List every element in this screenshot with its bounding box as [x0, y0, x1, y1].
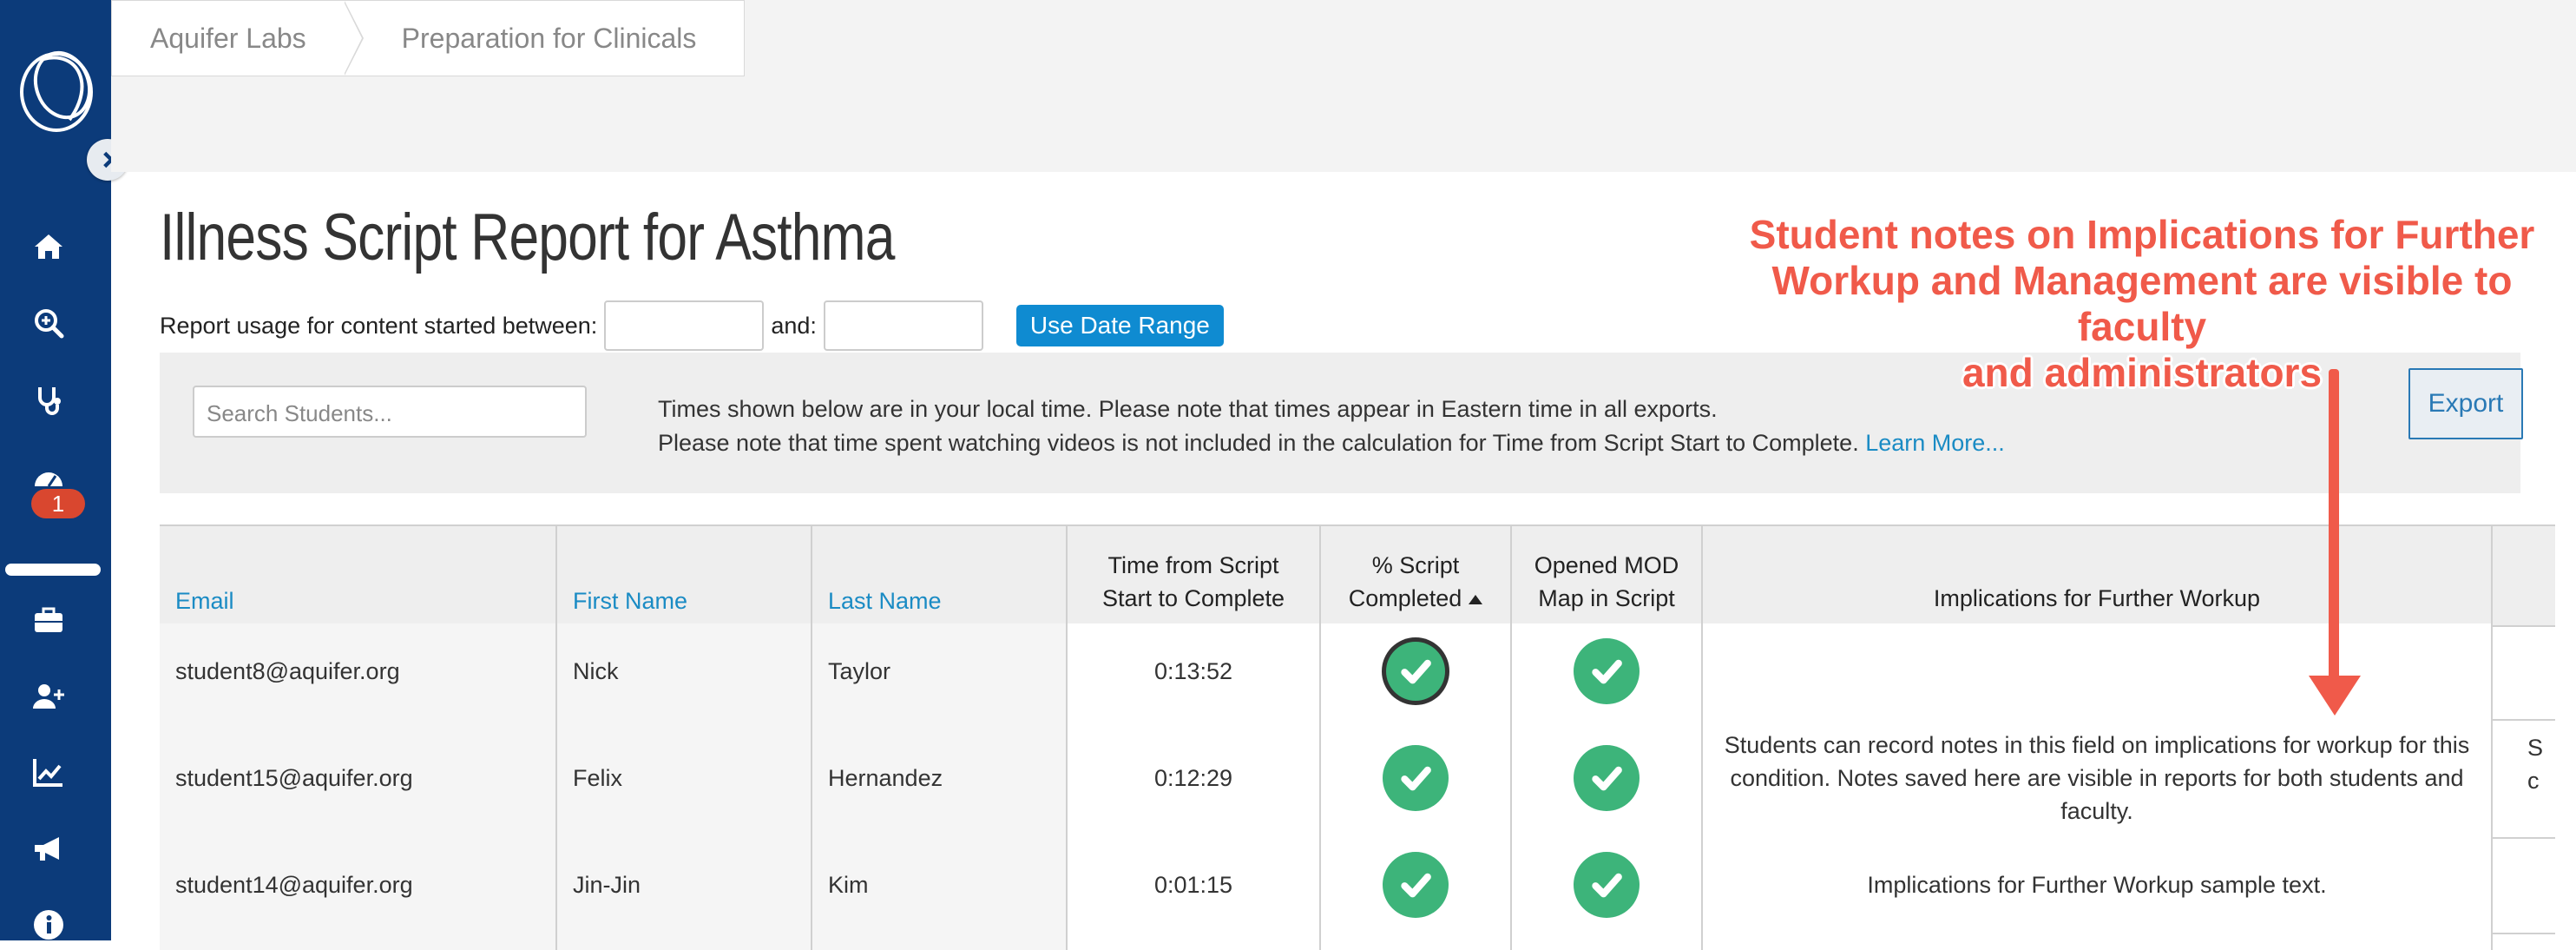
last-name-cell: Hernandez [812, 719, 1068, 837]
column-header-last-name[interactable]: Last Name [812, 526, 1068, 625]
first-name-cell: Nick [557, 623, 812, 719]
opened-mod-cell [1512, 623, 1703, 719]
table-row[interactable]: student14@aquifer.org Jin-Jin Kim 0:01:1… [160, 837, 2555, 934]
home-icon[interactable] [30, 228, 68, 266]
time-cell [1068, 933, 1321, 950]
column-header-email[interactable]: Email [160, 526, 557, 625]
column-header-first-name[interactable]: First Name [557, 526, 812, 625]
learn-more-link[interactable]: Learn More... [1865, 430, 2005, 456]
megaphone-icon[interactable] [30, 830, 68, 868]
date-start-label: Report usage for content started between… [160, 312, 598, 339]
completed-cell [1321, 719, 1512, 837]
implications-cell: Students can record notes in this field … [1703, 719, 2493, 837]
overflow-cell [2493, 623, 2555, 719]
video-time-note: Please note that time spent watching vid… [658, 430, 2005, 457]
last-name-cell: Kim [812, 837, 1068, 933]
annotation-line: Workup and Management are visible to fac… [1771, 258, 2513, 349]
opened-mod-cell [1512, 837, 1703, 933]
table-row[interactable]: student8@aquifer.org Nick Taylor 0:13:52 [160, 623, 2555, 721]
opened-mod-cell [1512, 933, 1703, 950]
date-and-label: and: [771, 312, 817, 339]
sidebar: 1 [0, 0, 111, 940]
first-name-cell: Felix [557, 719, 812, 837]
add-user-icon[interactable] [30, 677, 68, 716]
table-row-partial [160, 933, 2555, 950]
column-header-overflow [2493, 526, 2555, 625]
annotation-callout: Student notes on Implications for Furthe… [1717, 212, 2567, 396]
stethoscope-icon[interactable] [30, 380, 68, 419]
timezone-note: Times shown below are in your local time… [658, 396, 1718, 422]
end-date-input[interactable] [823, 300, 983, 351]
check-circle-icon [1574, 745, 1640, 811]
implications-cell: Implications for Further Workup sample t… [1703, 837, 2493, 933]
implications-cell [1703, 933, 2493, 950]
sidebar-divider [5, 564, 101, 576]
briefcase-icon[interactable] [30, 601, 68, 639]
column-header-opened-mod[interactable]: Opened MOD Map in Script [1512, 526, 1703, 625]
breadcrumb: Aquifer Labs Preparation for Clinicals [111, 0, 745, 76]
chart-line-icon[interactable] [30, 754, 68, 792]
breadcrumb-item-preparation[interactable]: Preparation for Clinicals [364, 23, 735, 55]
first-name-cell: Jin-Jin [557, 837, 812, 933]
completed-cell [1321, 837, 1512, 933]
completed-cell [1321, 623, 1512, 719]
time-cell: 0:12:29 [1068, 719, 1321, 837]
annotation-arrowhead [2309, 676, 2361, 716]
annotation-line: Student notes on Implications for Furthe… [1749, 212, 2535, 257]
date-filter: Report usage for content started between… [160, 300, 1224, 352]
time-cell: 0:01:15 [1068, 837, 1321, 933]
use-date-range-button[interactable]: Use Date Range [1015, 305, 1224, 346]
first-name-cell [557, 933, 812, 950]
check-circle-icon [1574, 852, 1640, 918]
time-cell: 0:13:52 [1068, 623, 1321, 719]
email-cell: student15@aquifer.org [160, 719, 557, 837]
overflow-fragment: S [2527, 735, 2544, 761]
table-header-row: Email First Name Last Name Time from Scr… [160, 524, 2555, 627]
column-header-pct-completed[interactable]: % Script Completed [1321, 526, 1512, 625]
aquifer-logo[interactable] [9, 42, 104, 137]
check-circle-icon [1574, 638, 1640, 704]
breadcrumb-item-aquifer-labs[interactable]: Aquifer Labs [112, 23, 345, 55]
info-icon[interactable] [30, 906, 68, 944]
pct-header-line1: % Script [1371, 552, 1460, 578]
annotation-arrow [2329, 369, 2339, 682]
last-name-cell [812, 933, 1068, 950]
time-header-line2: Start to Complete [1101, 585, 1285, 611]
pct-header-line2: Completed [1348, 585, 1462, 611]
time-header-line1: Time from Script [1107, 552, 1279, 578]
overflow-cell: Sc [2493, 719, 2555, 837]
video-time-note-text: Please note that time spent watching vid… [658, 430, 1859, 456]
mod-header-line2: Map in Script [1538, 585, 1675, 611]
column-header-time[interactable]: Time from Script Start to Complete [1068, 526, 1321, 625]
check-circle-icon [1383, 745, 1449, 811]
last-name-cell: Taylor [812, 623, 1068, 719]
table-row[interactable]: student15@aquifer.org Felix Hernandez 0:… [160, 719, 2555, 839]
opened-mod-cell [1512, 719, 1703, 837]
mod-header-line1: Opened MOD [1534, 552, 1679, 578]
email-cell: student14@aquifer.org [160, 837, 557, 933]
search-zoom-icon[interactable] [30, 304, 68, 342]
check-circle-icon [1386, 642, 1445, 701]
check-circle-icon [1383, 852, 1449, 918]
start-date-input[interactable] [604, 300, 765, 351]
breadcrumb-separator [343, 1, 364, 76]
overflow-cell [2493, 837, 2555, 933]
page-title: Illness Script Report for Asthma [160, 201, 895, 274]
email-cell [160, 933, 557, 950]
notification-badge: 1 [31, 489, 85, 518]
sort-ascending-icon [1469, 595, 1483, 605]
annotation-line: and administrators [1962, 350, 2323, 395]
completed-cell [1321, 933, 1512, 950]
search-students-input[interactable]: Search Students... [193, 386, 587, 438]
column-header-implications[interactable]: Implications for Further Workup [1703, 526, 2493, 625]
email-cell: student8@aquifer.org [160, 623, 557, 719]
overflow-fragment: c [2527, 768, 2540, 794]
implications-cell [1703, 623, 2493, 719]
